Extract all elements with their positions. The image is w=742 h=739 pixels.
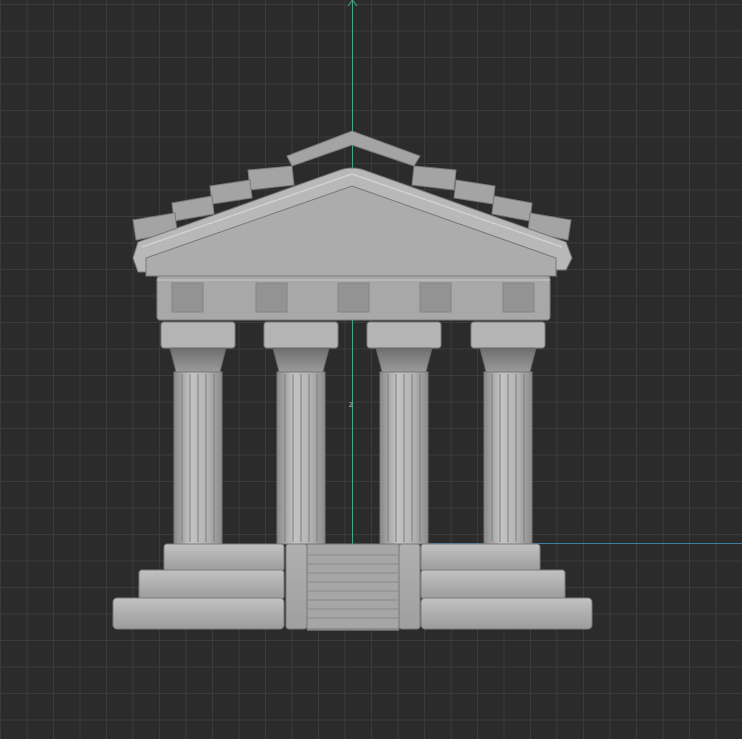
step-right-bottom <box>420 597 593 630</box>
column-2[interactable] <box>263 321 339 545</box>
central-stair <box>306 543 400 630</box>
step-left-top <box>163 543 285 572</box>
roof-tile-right-2 <box>453 179 496 205</box>
step-right-top <box>420 543 541 572</box>
roof-tile-left-2 <box>209 179 253 205</box>
metope-2 <box>255 282 288 313</box>
echinus <box>375 347 433 373</box>
metope-4 <box>419 282 452 313</box>
column-4[interactable] <box>470 321 546 545</box>
pivot-marker-icon: z <box>349 400 353 409</box>
roof-tile-left-1 <box>247 165 295 191</box>
roof-tile-right-1 <box>411 165 457 191</box>
column-1[interactable] <box>160 321 236 545</box>
pedestal-right <box>398 543 421 630</box>
3d-viewport[interactable]: z <box>0 0 742 739</box>
abacus <box>160 321 236 349</box>
steps-right <box>420 543 593 630</box>
viewport-scene: z <box>112 0 742 631</box>
step-right-mid <box>420 569 566 600</box>
abacus <box>263 321 339 349</box>
step-left-mid <box>138 569 285 600</box>
column-3[interactable] <box>366 321 442 545</box>
steps-left <box>112 543 285 630</box>
echinus <box>479 347 537 373</box>
roof-ridge-tile <box>286 130 421 167</box>
echinus <box>272 347 330 373</box>
step-left-bottom <box>112 597 285 630</box>
metope-1 <box>171 282 204 313</box>
abacus <box>366 321 442 349</box>
pedestal-left <box>285 543 308 630</box>
metope-3 <box>337 282 370 313</box>
echinus <box>169 347 227 373</box>
metope-5 <box>502 282 535 313</box>
abacus <box>470 321 546 349</box>
